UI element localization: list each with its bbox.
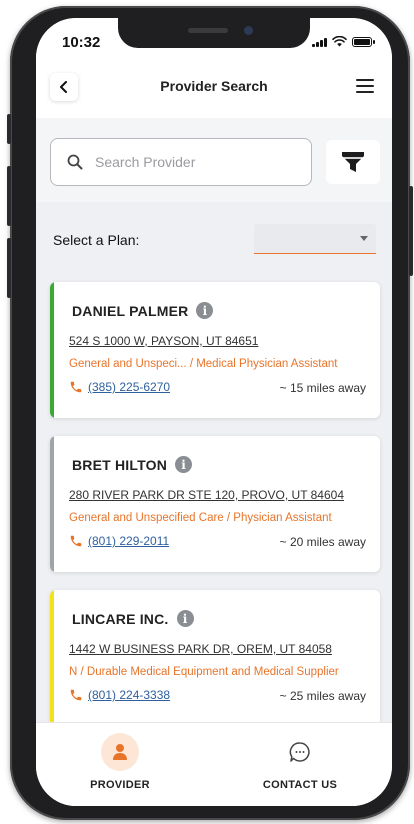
nav-tab-provider[interactable]: PROVIDER	[60, 733, 180, 791]
menu-icon-bar	[356, 85, 374, 87]
nav-tab-contact-us[interactable]: CONTACT US	[240, 733, 360, 791]
volume-down-button	[7, 238, 11, 298]
menu-button[interactable]	[356, 79, 374, 93]
provider-specialty: General and Unspecified Care / Physician…	[69, 512, 332, 524]
phone-icon	[70, 689, 82, 701]
plan-dropdown[interactable]	[254, 224, 376, 254]
wifi-icon	[332, 36, 347, 47]
volume-up-button	[7, 166, 11, 226]
plan-label: Select a Plan:	[53, 232, 140, 248]
provider-address-link[interactable]: 1442 W BUSINESS PARK DR, OREM, UT 84058	[69, 642, 332, 656]
card-accent-bar	[50, 282, 54, 418]
notch	[118, 18, 310, 48]
provider-distance: ~ 15 miles away	[279, 381, 366, 395]
contact-tab-icon-wrap	[281, 733, 319, 771]
provider-distance: ~ 25 miles away	[279, 689, 366, 703]
provider-phone-row: (385) 225-6270	[69, 380, 170, 394]
battery-icon	[352, 36, 375, 47]
chat-bubble-icon	[289, 742, 310, 762]
search-area	[36, 118, 392, 202]
search-icon	[67, 154, 83, 170]
phone-screen: 10:32 Provider Search Search Provider Se…	[36, 18, 392, 806]
provider-name-row: DANIEL PALMER i	[72, 302, 214, 319]
provider-name: DANIEL PALMER	[72, 302, 189, 319]
search-input[interactable]	[95, 154, 285, 170]
caret-down-icon	[360, 236, 368, 241]
provider-name: LINCARE INC.	[72, 610, 169, 627]
menu-icon-bar	[356, 79, 374, 81]
info-icon[interactable]: i	[176, 610, 194, 627]
nav-tab-contact-us-label: CONTACT US	[262, 779, 338, 791]
provider-address-link[interactable]: 280 RIVER PARK DR STE 120, PROVO, UT 846…	[69, 488, 344, 502]
plan-row: Select a Plan:	[36, 202, 392, 262]
status-time: 10:32	[62, 34, 101, 51]
cellular-signal-icon	[312, 37, 327, 47]
page-title: Provider Search	[160, 78, 268, 94]
mute-switch	[7, 114, 11, 144]
provider-specialty: General and Unspeci... / Medical Physici…	[69, 358, 338, 370]
provider-distance: ~ 20 miles away	[279, 535, 366, 549]
provider-address-link[interactable]: 524 S 1000 W, PAYSON, UT 84651	[69, 334, 258, 348]
info-icon[interactable]: i	[196, 302, 214, 319]
power-button	[409, 186, 413, 276]
provider-specialty: N / Durable Medical Equipment and Medica…	[69, 666, 339, 678]
person-icon	[113, 744, 127, 760]
search-box[interactable]	[50, 138, 312, 186]
provider-card[interactable]: BRET HILTON i 280 RIVER PARK DR STE 120,…	[50, 436, 380, 572]
phone-icon	[70, 535, 82, 547]
provider-card[interactable]: DANIEL PALMER i 524 S 1000 W, PAYSON, UT…	[50, 282, 380, 418]
provider-phone-row: (801) 224-3338	[69, 688, 170, 702]
phone-icon	[70, 381, 82, 393]
menu-icon-bar	[356, 91, 374, 93]
filter-button[interactable]	[326, 140, 380, 184]
card-accent-bar	[50, 436, 54, 572]
provider-phone-link[interactable]: (385) 225-6270	[88, 380, 170, 394]
status-icons	[312, 36, 375, 47]
info-icon[interactable]: i	[175, 456, 193, 473]
provider-name-row: LINCARE INC. i	[72, 610, 194, 627]
provider-tab-icon-wrap	[101, 733, 139, 771]
app-header: Provider Search	[36, 62, 392, 118]
provider-list: Select a Plan: DANIEL PALMER i 524 S 100…	[36, 202, 392, 726]
provider-name-row: BRET HILTON i	[72, 456, 193, 473]
front-camera	[244, 26, 253, 35]
provider-phone-link[interactable]: (801) 229-2011	[88, 534, 169, 548]
filter-icon	[342, 152, 364, 172]
provider-phone-link[interactable]: (801) 224-3338	[88, 688, 170, 702]
card-accent-bar	[50, 590, 54, 726]
provider-card[interactable]: LINCARE INC. i 1442 W BUSINESS PARK DR, …	[50, 590, 380, 726]
provider-name: BRET HILTON	[72, 456, 168, 473]
nav-tab-provider-label: PROVIDER	[90, 779, 150, 791]
provider-phone-row: (801) 229-2011	[69, 534, 169, 548]
bottom-nav: PROVIDER CONTACT US	[36, 722, 392, 806]
